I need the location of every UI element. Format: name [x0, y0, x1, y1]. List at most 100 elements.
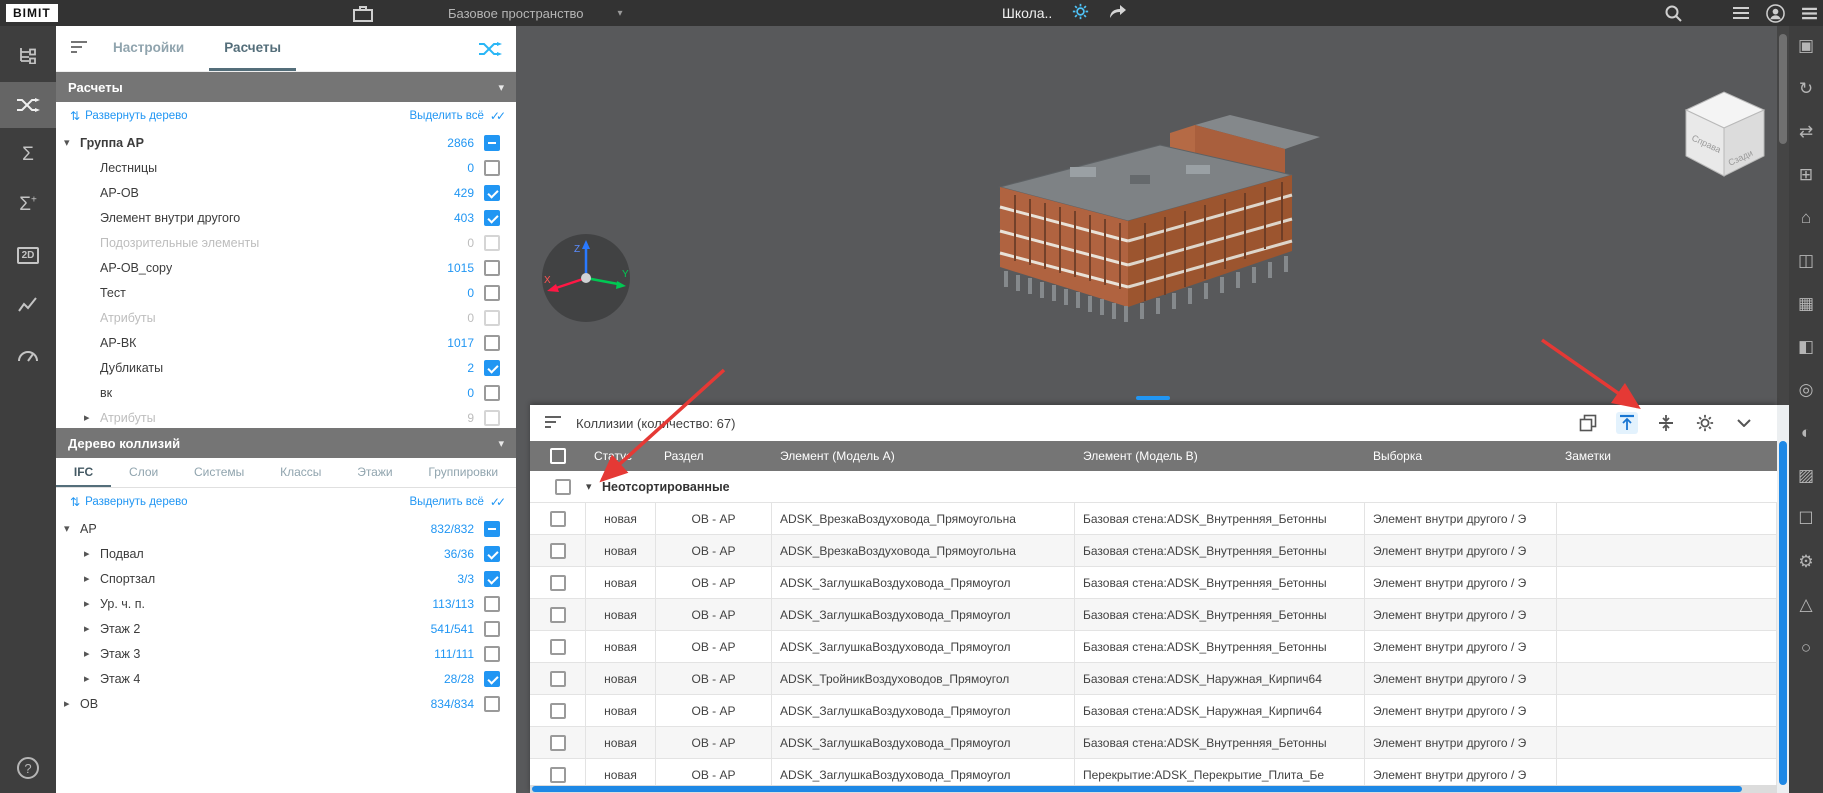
checkbox[interactable] [484, 409, 500, 426]
pan-icon[interactable]: ⇄ [1793, 120, 1819, 144]
section-box-icon[interactable]: ◧ [1793, 335, 1819, 359]
building-model[interactable] [960, 95, 1330, 355]
dashboard-button[interactable] [0, 332, 56, 378]
tree-row[interactable]: ▸ Спортзал 3/3 [56, 566, 516, 591]
list-view-icon[interactable] [1730, 4, 1752, 22]
share-icon[interactable] [1109, 4, 1127, 22]
panel-resize-handle[interactable] [1136, 396, 1170, 400]
tree-tab-1[interactable]: IFC [56, 458, 112, 487]
collision-row[interactable]: новая ОВ - АР ADSK_ВрезкаВоздуховода_Прямо… [530, 503, 1777, 535]
sort-menu-icon[interactable] [544, 415, 562, 432]
collision-row[interactable]: новая ОВ - АР ADSK_ЗаглушкаВоздуховода_Пря… [530, 567, 1777, 599]
checkbox[interactable] [484, 209, 500, 226]
collision-row[interactable]: новая ОВ - АР ADSK_ЗаглушкаВоздуховода_Пря… [530, 599, 1777, 631]
app-logo[interactable]: BIMIT [6, 4, 58, 22]
tree-row[interactable]: Элемент внутри другого 403 [56, 205, 516, 230]
view-cube[interactable]: Справа Сзади [1672, 78, 1776, 186]
measure-icon[interactable]: △ [1793, 593, 1819, 617]
checkbox[interactable] [484, 309, 500, 326]
sort-menu-icon[interactable] [70, 40, 88, 57]
tree-row[interactable]: ▾ АР 832/832 [56, 516, 516, 541]
expand-tree-link[interactable]: Развернуть дерево [85, 496, 187, 508]
checkbox[interactable] [484, 284, 500, 301]
tree-tab-6[interactable]: Группировки [410, 458, 516, 487]
table-settings-icon[interactable] [1694, 412, 1716, 434]
tree-row[interactable]: вк 0 [56, 380, 516, 405]
project-settings-icon[interactable] [1072, 3, 1089, 23]
column-header[interactable]: Статус [586, 449, 656, 463]
caret-down-icon[interactable]: ▾ [64, 136, 80, 149]
column-header[interactable]: Элемент (Модель B) [1075, 449, 1365, 463]
tree-tab-4[interactable]: Классы [262, 458, 339, 487]
caret-right-icon[interactable]: ▸ [84, 411, 100, 424]
collision-row[interactable]: новая ОВ - АР ADSK_ТройникВоздуховодов_Пря… [530, 663, 1777, 695]
checkbox[interactable] [549, 734, 566, 751]
expand-rows-icon[interactable] [1655, 412, 1677, 434]
tree-row[interactable]: ▸ ОВ 834/834 [56, 691, 516, 716]
caret-down-icon[interactable]: ▾ [64, 522, 80, 535]
select-all-checkbox[interactable] [550, 448, 566, 464]
screenshot-icon[interactable]: ▣ [1793, 34, 1819, 58]
tree-row[interactable]: Атрибуты 0 [56, 305, 516, 330]
copy-icon[interactable] [1577, 412, 1599, 434]
checkbox[interactable] [484, 184, 500, 201]
checkbox[interactable] [484, 670, 500, 687]
checkbox[interactable] [484, 334, 500, 351]
collapse-panel-icon[interactable] [1733, 412, 1755, 434]
tree-row[interactable]: ▸ Подвал 36/36 [56, 541, 516, 566]
tree-row[interactable]: Лестницы 0 [56, 155, 516, 180]
collapse-rows-icon[interactable] [1616, 412, 1638, 434]
checkbox[interactable] [549, 766, 566, 783]
briefcase-icon[interactable] [352, 4, 374, 22]
tree-row[interactable]: Тест 0 [56, 280, 516, 305]
column-header[interactable]: Выборка [1365, 449, 1557, 463]
collision-tree-section-header[interactable]: Дерево коллизий ▾ [56, 428, 516, 458]
menu-icon[interactable] [1798, 4, 1820, 22]
section-plane-icon[interactable]: ◫ [1793, 249, 1819, 273]
checkbox[interactable] [484, 134, 500, 151]
zoom-window-icon[interactable]: ⊞ [1793, 163, 1819, 187]
checkbox[interactable] [549, 702, 566, 719]
collision-row[interactable]: новая ОВ - АР ADSK_ЗаглушкаВоздуховода_Пря… [530, 727, 1777, 759]
checkbox[interactable] [484, 259, 500, 276]
checkbox[interactable] [549, 542, 566, 559]
caret-right-icon[interactable]: ▸ [84, 572, 100, 585]
collision-row[interactable]: новая ОВ - АР ADSK_ВрезкаВоздуховода_Прямо… [530, 535, 1777, 567]
checkbox[interactable] [484, 234, 500, 251]
checkbox[interactable] [549, 510, 566, 527]
tree-tab-3[interactable]: Системы [176, 458, 262, 487]
home-view-icon[interactable]: ⌂ [1793, 206, 1819, 230]
tree-row[interactable]: Подозрительные элементы 0 [56, 230, 516, 255]
viewport-scrollbar[interactable] [1777, 26, 1789, 405]
checkbox[interactable] [484, 645, 500, 662]
caret-right-icon[interactable]: ▸ [84, 622, 100, 635]
reports-chart-button[interactable] [0, 282, 56, 328]
view-settings-icon[interactable]: ⚙ [1793, 550, 1819, 574]
tree-row[interactable]: Дубликаты 2 [56, 355, 516, 380]
search-icon[interactable] [1662, 4, 1684, 22]
shading-mode-icon[interactable]: ◐ [1793, 421, 1819, 445]
caret-right-icon[interactable]: ▸ [64, 697, 80, 710]
help-button[interactable]: ? [17, 757, 39, 779]
calculations-section-header[interactable]: Расчеты ▾ [56, 72, 516, 102]
tree-row[interactable]: АР-ОВ 429 [56, 180, 516, 205]
workspace-selector[interactable]: Базовое пространство ▾ [448, 0, 623, 26]
expand-tree-link[interactable]: Развернуть дерево [85, 110, 187, 122]
add-calculation-button[interactable]: Σ+ [0, 182, 56, 228]
scrollbar-thumb[interactable] [1779, 441, 1787, 785]
checkbox[interactable] [549, 606, 566, 623]
caret-right-icon[interactable]: ▸ [84, 597, 100, 610]
checkbox[interactable] [484, 159, 500, 176]
checkbox[interactable] [549, 670, 566, 687]
clash-shuffle-icon[interactable] [478, 41, 502, 60]
checkbox[interactable] [484, 570, 500, 587]
scrollbar-thumb[interactable] [1779, 34, 1787, 144]
tree-row[interactable]: АР-ВК 1017 [56, 330, 516, 355]
tab-settings[interactable]: Настройки [98, 26, 199, 71]
calculations-button[interactable]: Σ [0, 132, 56, 178]
scrollbar-thumb[interactable] [532, 786, 1742, 792]
tab-calculations[interactable]: Расчеты [209, 26, 297, 71]
caret-right-icon[interactable]: ▸ [84, 672, 100, 685]
horizontal-scrollbar[interactable] [530, 785, 1777, 793]
collision-group-row[interactable]: ▾ Неотсортированные [530, 471, 1777, 503]
